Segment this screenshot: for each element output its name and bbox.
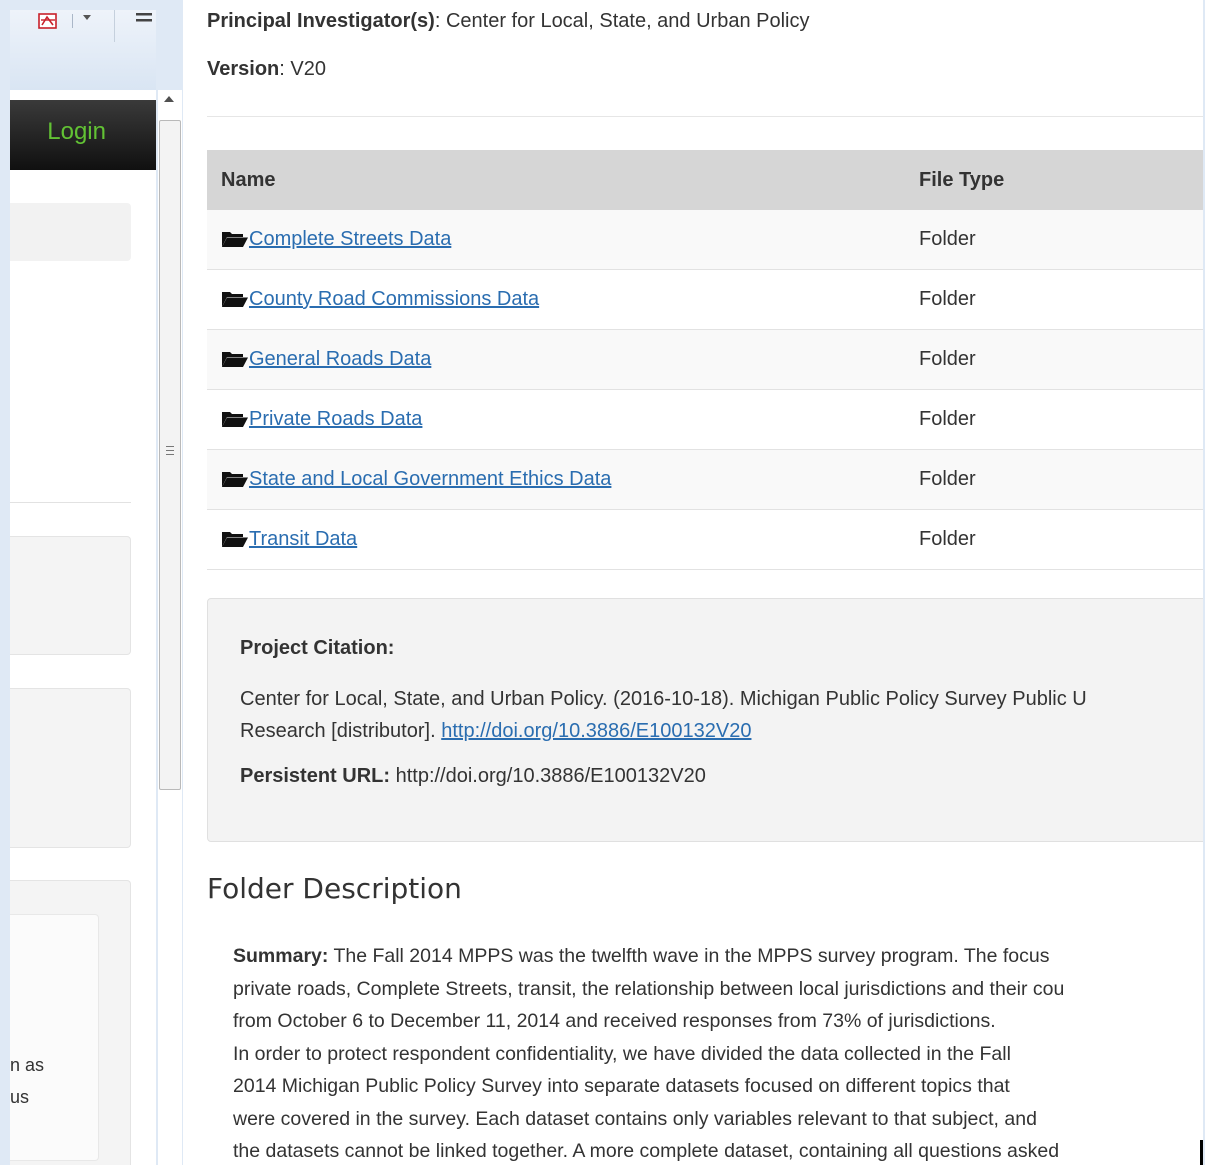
folder-open-icon (222, 232, 248, 247)
scrollbar[interactable] (158, 90, 182, 1165)
divider (207, 116, 1203, 117)
name-cell: County Road Commissions Data (207, 269, 905, 330)
summary-label: Summary: (233, 945, 329, 967)
name-cell: Complete Streets Data (207, 210, 905, 270)
scroll-up-arrow-icon[interactable] (164, 96, 174, 102)
citation-box: Project Citation: Center for Local, Stat… (207, 598, 1203, 842)
top-navbar: Login (10, 100, 156, 170)
table-header-row: Name File Type (207, 150, 1203, 210)
grip-icon (166, 446, 174, 447)
inner-panel: n as us (10, 914, 99, 1161)
name-cell: State and Local Government Ethics Data (207, 449, 905, 510)
folder-open-icon (222, 412, 248, 427)
type-cell: Folder (905, 210, 1203, 270)
version: Version: V20 (207, 58, 326, 81)
side-panel (10, 536, 131, 655)
summary-line: were covered in the survey. Each dataset… (233, 1107, 1037, 1130)
persistent-url-value: http://doi.org/10.3886/E100132V20 (390, 765, 706, 787)
table-row: Private Roads Data Folder (207, 389, 1203, 450)
name-cell: Transit Data (207, 509, 905, 570)
summary-text: Summary: The Fall 2014 MPPS was the twel… (233, 940, 1203, 1165)
column-header-name[interactable]: Name (207, 150, 905, 210)
folder-open-icon (222, 532, 248, 547)
pi-label: Principal Investigator(s) (207, 10, 435, 32)
side-panel (10, 688, 131, 848)
folder-link[interactable]: County Road Commissions Data (249, 288, 539, 310)
text-cursor (1200, 1140, 1203, 1165)
summary-line: from October 6 to December 11, 2014 and … (233, 1010, 996, 1032)
left-pane: Login n as us (10, 10, 156, 1165)
files-table: Name File Type Complete Streets Data Fol… (207, 150, 1203, 570)
type-cell: Folder (905, 509, 1203, 570)
folder-link[interactable]: Transit Data (249, 528, 357, 550)
table-row: State and Local Government Ethics Data F… (207, 449, 1203, 510)
summary-line: private roads, Complete Streets, transit… (233, 977, 1065, 1000)
citation-text: Center for Local, State, and Urban Polic… (240, 683, 1203, 747)
main-pane: Principal Investigator(s): Center for Lo… (183, 0, 1203, 1165)
folder-link[interactable]: State and Local Government Ethics Data (249, 468, 611, 490)
side-panel: n as us (10, 880, 131, 1165)
truncated-text: n as (10, 1055, 45, 1075)
chevron-down-icon[interactable] (82, 12, 92, 22)
login-link[interactable]: Login (47, 118, 106, 146)
type-cell: Folder (905, 389, 1203, 450)
pi-value: : Center for Local, State, and Urban Pol… (434, 10, 810, 32)
toolbar-separator (72, 14, 73, 28)
version-value: : V20 (279, 58, 326, 80)
pdf-export-icon[interactable] (38, 12, 58, 30)
version-label: Version (207, 58, 280, 80)
folder-link[interactable]: General Roads Data (249, 348, 431, 370)
principal-investigator: Principal Investigator(s): Center for Lo… (207, 10, 809, 33)
folder-open-icon (222, 352, 248, 367)
scrollbar-thumb[interactable] (159, 120, 181, 790)
table-row: Complete Streets Data Folder (207, 210, 1203, 270)
grip-icon (166, 450, 174, 451)
type-cell: Folder (905, 269, 1203, 330)
doi-link[interactable]: http://doi.org/10.3886/E100132V20 (441, 720, 751, 742)
name-cell: General Roads Data (207, 329, 905, 390)
table-row: Transit Data Folder (207, 509, 1203, 570)
name-cell: Private Roads Data (207, 389, 905, 450)
folder-link[interactable]: Complete Streets Data (249, 228, 451, 250)
menu-icon[interactable] (136, 12, 152, 24)
summary-line: the datasets cannot be linked together. … (233, 1140, 1060, 1162)
summary-line: In order to protect respondent confident… (233, 1042, 1011, 1065)
folder-open-icon (222, 292, 248, 307)
folder-open-icon (222, 472, 248, 487)
citation-heading: Project Citation: (240, 637, 395, 659)
toolbar-divider (114, 10, 115, 42)
table-row: General Roads Data Folder (207, 329, 1203, 390)
persistent-url: Persistent URL: http://doi.org/10.3886/E… (240, 765, 706, 788)
toolbar (10, 10, 156, 90)
citation-line: Center for Local, State, and Urban Polic… (240, 688, 1087, 710)
summary-line: The Fall 2014 MPPS was the twelfth wave … (328, 945, 1050, 967)
search-bar[interactable] (10, 203, 131, 261)
column-header-file-type[interactable]: File Type (905, 150, 1203, 210)
divider (10, 502, 131, 503)
folder-description-heading: Folder Description (207, 872, 462, 905)
citation-line: Research [distributor]. (240, 720, 442, 742)
type-cell: Folder (905, 449, 1203, 510)
persistent-url-label: Persistent URL: (240, 765, 391, 787)
summary-line: 2014 Michigan Public Policy Survey into … (233, 1075, 1010, 1097)
grip-icon (166, 454, 174, 455)
folder-link[interactable]: Private Roads Data (249, 408, 422, 430)
table-row: County Road Commissions Data Folder (207, 269, 1203, 330)
truncated-text: us (10, 1087, 30, 1107)
type-cell: Folder (905, 329, 1203, 390)
